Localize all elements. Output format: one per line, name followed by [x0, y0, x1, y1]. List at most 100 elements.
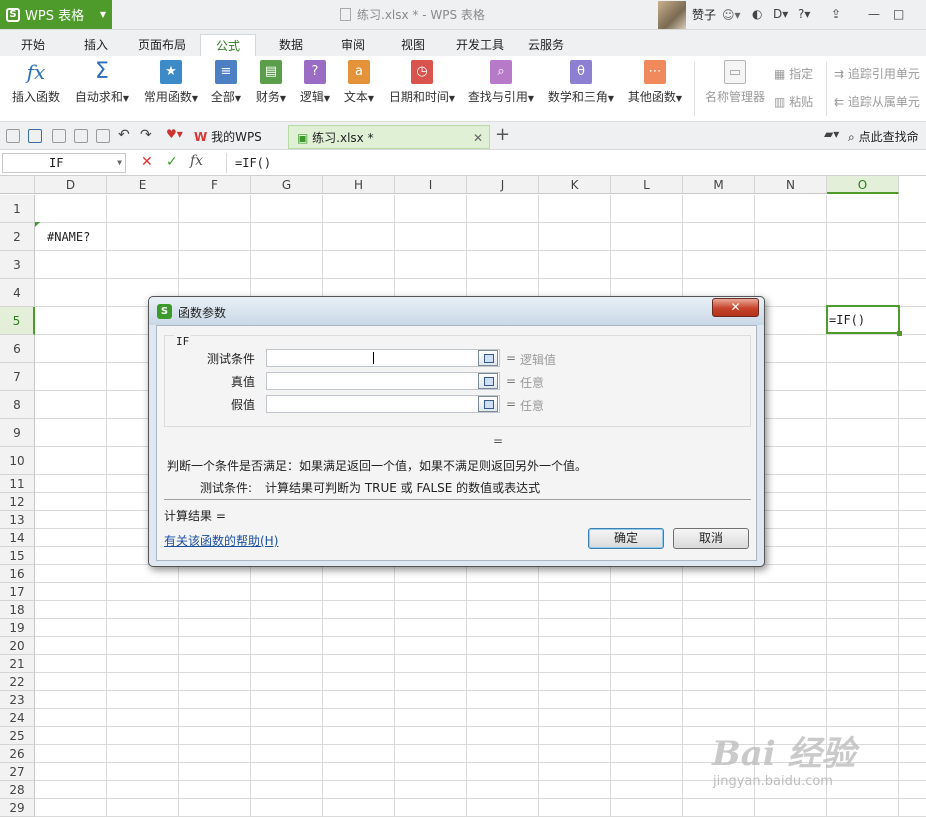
column-header-L[interactable]: L	[611, 176, 683, 194]
cancel-formula-icon[interactable]: ✕	[141, 154, 153, 170]
row-header-25[interactable]: 25	[0, 727, 35, 745]
pin-icon[interactable]: ♥▾	[166, 127, 183, 141]
other-functions-button[interactable]: ⋯ 其他函数▼	[624, 60, 686, 105]
column-header-I[interactable]: I	[395, 176, 467, 194]
paste-name-button[interactable]: ▥ 粘贴	[774, 93, 813, 110]
row-header-23[interactable]: 23	[0, 691, 35, 709]
column-header-O[interactable]: O	[827, 176, 899, 194]
undo-icon[interactable]: ↶	[118, 127, 130, 143]
row-header-10[interactable]: 10	[0, 447, 35, 475]
column-header-G[interactable]: G	[251, 176, 323, 194]
open-icon[interactable]	[6, 129, 20, 143]
minimize-button[interactable]: —	[868, 7, 880, 21]
row-header-15[interactable]: 15	[0, 547, 35, 565]
column-header-H[interactable]: H	[323, 176, 395, 194]
feedback-icon[interactable]: D▾	[773, 7, 788, 21]
all-functions-button[interactable]: ≡ 全部▼	[207, 60, 245, 105]
close-tab-icon[interactable]: ✕	[473, 126, 483, 150]
collapse-dialog-button[interactable]	[478, 350, 498, 366]
share-icon[interactable]: ◐	[752, 7, 762, 21]
cancel-button[interactable]: 取消	[673, 528, 749, 549]
new-tab-icon[interactable]: +	[495, 124, 510, 145]
cell-D2[interactable]: #NAME?	[43, 224, 90, 250]
tab-review[interactable]: 审阅	[334, 34, 372, 56]
row-header-6[interactable]: 6	[0, 335, 35, 363]
collapse-dialog-button[interactable]	[478, 396, 498, 412]
tab-page-layout[interactable]: 页面布局	[134, 34, 190, 56]
column-header-D[interactable]: D	[35, 176, 107, 194]
row-header-26[interactable]: 26	[0, 745, 35, 763]
select-all-corner[interactable]	[0, 176, 35, 194]
row-header-2[interactable]: 2	[0, 223, 35, 251]
function-help-link[interactable]: 有关该函数的帮助(H)	[164, 532, 278, 549]
tab-view[interactable]: 视图	[394, 34, 432, 56]
avatar[interactable]	[658, 0, 686, 29]
ok-button[interactable]: 确定	[588, 528, 664, 549]
row-header-9[interactable]: 9	[0, 419, 35, 447]
collapse-ribbon-icon[interactable]: ⇪	[831, 7, 841, 21]
tab-home[interactable]: 开始	[12, 34, 54, 56]
confirm-formula-icon[interactable]: ✓	[166, 154, 178, 170]
skin-icon[interactable]: ☺▾	[722, 8, 741, 22]
print-icon[interactable]	[74, 129, 88, 143]
maximize-button[interactable]: □	[893, 7, 904, 21]
redo-icon[interactable]: ↷	[140, 127, 152, 143]
arg-input-test[interactable]	[266, 349, 500, 367]
row-header-29[interactable]: 29	[0, 799, 35, 817]
arg-input-false[interactable]	[266, 395, 500, 413]
column-header-M[interactable]: M	[683, 176, 755, 194]
save-icon[interactable]	[28, 129, 42, 143]
list-dropdown-icon[interactable]: ▰▾	[824, 127, 839, 141]
name-manager-button[interactable]: ▭ 名称管理器	[702, 60, 768, 105]
math-button[interactable]: θ 数学和三角▼	[545, 60, 617, 105]
row-header-28[interactable]: 28	[0, 781, 35, 799]
row-header-22[interactable]: 22	[0, 673, 35, 691]
row-header-18[interactable]: 18	[0, 601, 35, 619]
arg-input-true[interactable]	[266, 372, 500, 390]
tab-document[interactable]: ▣ 练习.xlsx * ✕	[288, 125, 490, 149]
row-header-3[interactable]: 3	[0, 251, 35, 279]
row-header-4[interactable]: 4	[0, 279, 35, 307]
row-header-20[interactable]: 20	[0, 637, 35, 655]
row-header-8[interactable]: 8	[0, 391, 35, 419]
trace-precedents-button[interactable]: ⇉ 追踪引用单元	[834, 65, 920, 82]
command-search[interactable]: ⌕ 点此查找命	[848, 128, 919, 145]
row-header-17[interactable]: 17	[0, 583, 35, 601]
tab-mywps[interactable]: W 我的WPS	[186, 125, 288, 149]
insert-function-icon[interactable]: fx	[190, 153, 203, 169]
tab-insert[interactable]: 插入	[76, 34, 116, 56]
datetime-button[interactable]: ◷ 日期和时间▼	[384, 60, 460, 105]
column-header-K[interactable]: K	[539, 176, 611, 194]
row-header-27[interactable]: 27	[0, 763, 35, 781]
finance-button[interactable]: ▤ 财务▼	[252, 60, 290, 105]
lookup-button[interactable]: ⌕ 查找与引用▼	[465, 60, 537, 105]
trace-dependents-button[interactable]: ⇇ 追踪从属单元	[834, 93, 920, 110]
app-menu-button[interactable]: S WPS 表格 ▼	[0, 0, 112, 29]
tab-formulas[interactable]: 公式	[200, 34, 256, 56]
logic-button[interactable]: ? 逻辑▼	[296, 60, 334, 105]
user-area[interactable]: 赞子 ☺▾	[658, 0, 741, 29]
row-header-12[interactable]: 12	[0, 493, 35, 511]
formula-input[interactable]: =IF()	[226, 153, 924, 173]
tab-data[interactable]: 数据	[272, 34, 310, 56]
autosum-button[interactable]: Σ 自动求和▼	[72, 60, 132, 105]
row-header-19[interactable]: 19	[0, 619, 35, 637]
column-header-N[interactable]: N	[755, 176, 827, 194]
help-icon[interactable]: ?▾	[798, 7, 810, 21]
collapse-dialog-button[interactable]	[478, 373, 498, 389]
row-header-13[interactable]: 13	[0, 511, 35, 529]
tab-developer[interactable]: 开发工具	[452, 34, 508, 56]
define-name-button[interactable]: ▦ 指定	[774, 65, 813, 82]
print-preview-icon[interactable]	[96, 129, 110, 143]
fill-handle[interactable]	[897, 331, 902, 336]
text-button[interactable]: a 文本▼	[340, 60, 378, 105]
column-header-F[interactable]: F	[179, 176, 251, 194]
dialog-close-button[interactable]: ✕	[712, 298, 759, 317]
column-header-J[interactable]: J	[467, 176, 539, 194]
tab-cloud[interactable]: 云服务	[524, 34, 568, 56]
row-header-16[interactable]: 16	[0, 565, 35, 583]
row-header-11[interactable]: 11	[0, 475, 35, 493]
export-icon[interactable]	[52, 129, 66, 143]
row-header-1[interactable]: 1	[0, 195, 35, 223]
common-functions-button[interactable]: ★ 常用函数▼	[140, 60, 202, 105]
